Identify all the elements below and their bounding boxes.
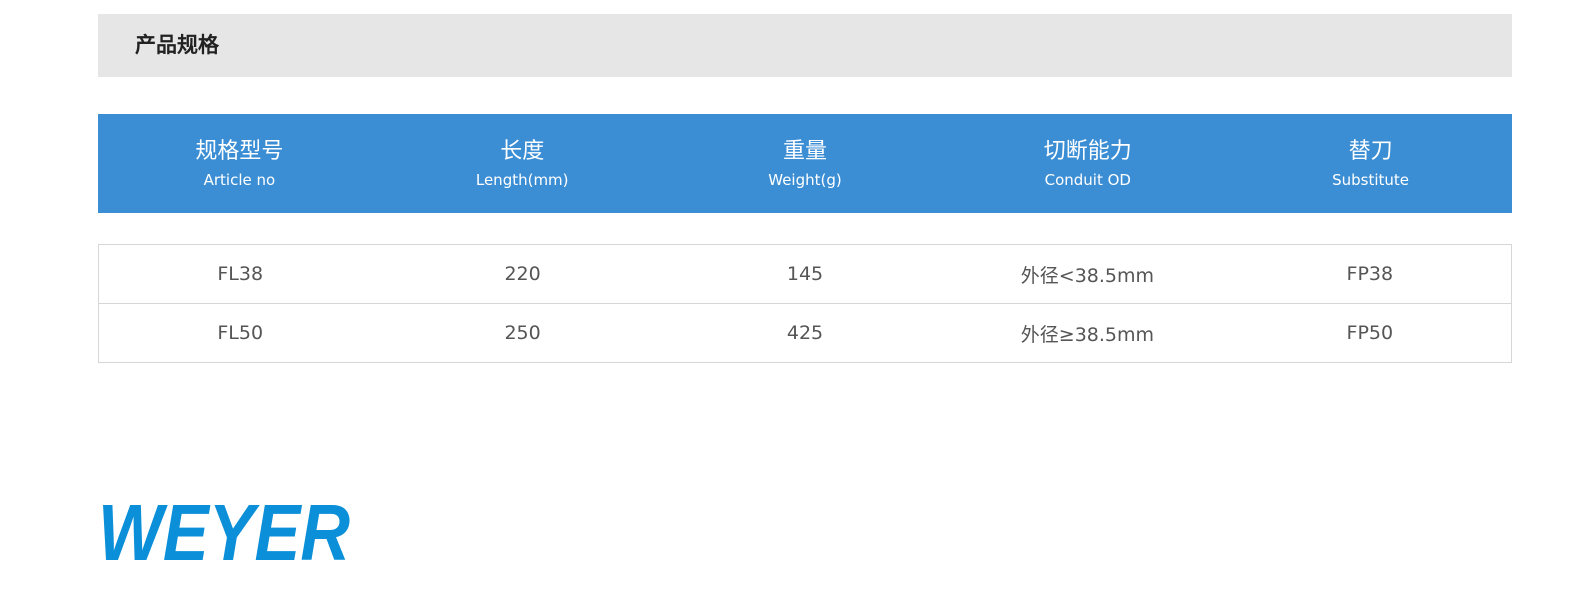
weyer-logo-svg: WEYER (98, 488, 350, 577)
cell-length: 220 (504, 263, 541, 285)
column-header-en: Conduit OD (1044, 170, 1131, 189)
weyer-logo: WEYER (96, 488, 356, 577)
section-header: 产品规格 (98, 14, 1512, 77)
column-header-substitute: 替刀 Substitute (1229, 114, 1512, 213)
column-header-article: 规格型号 Article no (98, 114, 381, 213)
column-header-zh: 重量 (782, 138, 827, 164)
column-header-zh: 切断能力 (1043, 138, 1132, 164)
cell-substitute: FP38 (1346, 263, 1394, 285)
column-header-weight: 重量 Weight(g) (664, 114, 947, 213)
spec-table-body: FL38 220 145 外径<38.5mm FP38 FL50 250 425… (98, 244, 1512, 363)
logo-wordmark: WEYER (98, 494, 350, 564)
column-header-en: Substitute (1332, 170, 1410, 189)
column-header-zh: 替刀 (1348, 138, 1393, 164)
column-header-zh: 长度 (500, 138, 545, 164)
table-row: FL50 250 425 外径≥38.5mm FP50 (99, 303, 1511, 362)
column-header-length: 长度 Length(mm) (381, 114, 664, 213)
column-header-conduit-od: 切断能力 Conduit OD (946, 114, 1229, 213)
cell-conduit-od: 外径<38.5mm (1020, 264, 1155, 287)
table-row: FL38 220 145 外径<38.5mm FP38 (99, 245, 1511, 303)
cell-weight: 425 (786, 322, 824, 344)
column-header-en: Article no (203, 170, 276, 189)
column-header-en: Length(mm) (475, 170, 569, 189)
cell-substitute: FP50 (1346, 322, 1394, 344)
cell-article: FL38 (217, 263, 264, 285)
column-header-en: Weight(g) (768, 170, 842, 189)
cell-weight: 145 (786, 263, 824, 285)
section-title: 产品规格 (135, 33, 219, 57)
cell-conduit-od: 外径≥38.5mm (1020, 323, 1155, 346)
column-header-zh: 规格型号 (195, 138, 284, 164)
cell-length: 250 (504, 322, 541, 344)
spec-table-header: 规格型号 Article no 长度 Length(mm) 重量 Weight(… (98, 114, 1512, 213)
cell-article: FL50 (217, 322, 264, 344)
